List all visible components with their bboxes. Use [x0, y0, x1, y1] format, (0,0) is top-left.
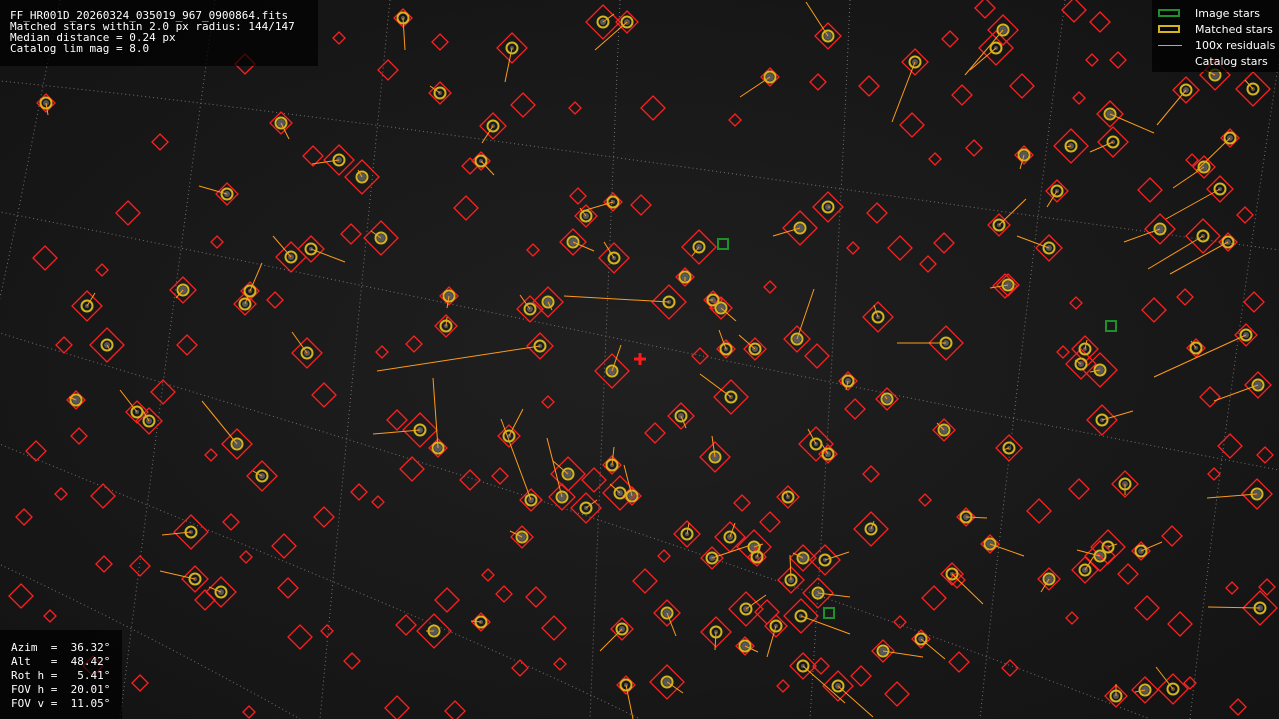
star-field-canvas: [0, 0, 1279, 719]
plate-viewport: FF_HR001D_20260324_035019_967_0900864.fi…: [0, 0, 1279, 719]
legend-item-matched-stars: Matched stars: [1158, 23, 1279, 37]
fov-vertical-readout: FOV v = 11.05°: [11, 697, 111, 710]
altitude-readout: Alt = 48.42°: [11, 655, 111, 668]
orange-line-icon: [1158, 45, 1182, 46]
legend-item-image-stars: Image stars: [1158, 7, 1279, 21]
legend: Image stars Matched stars 100x residuals…: [1152, 0, 1279, 72]
yellow-box-icon: [1158, 25, 1180, 33]
legend-label: 100x residuals: [1195, 39, 1276, 52]
legend-label: Image stars: [1195, 7, 1260, 20]
green-box-icon: [1158, 9, 1180, 17]
legend-label: Catalog stars: [1195, 55, 1268, 68]
file-info-panel: FF_HR001D_20260324_035019_967_0900864.fi…: [0, 0, 318, 66]
rotation-readout: Rot h = 5.41°: [11, 669, 111, 682]
azimuth-readout: Azim = 36.32°: [11, 641, 111, 654]
legend-item-catalog-stars: Catalog stars: [1158, 55, 1279, 69]
pointing-info-panel: Azim = 36.32° Alt = 48.42° Rot h = 5.41°…: [0, 630, 122, 719]
legend-item-residuals: 100x residuals: [1158, 39, 1279, 53]
legend-label: Matched stars: [1195, 23, 1273, 36]
fov-horizontal-readout: FOV h = 20.01°: [11, 683, 111, 696]
catalog-limit-magnitude: Catalog lim mag = 8.0: [10, 42, 150, 55]
